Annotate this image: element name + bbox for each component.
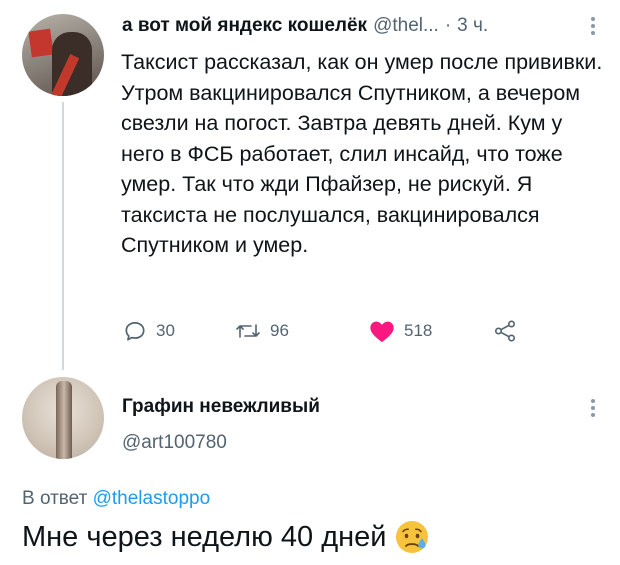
reply-prefix: В ответ	[22, 488, 88, 509]
retweet-button[interactable]: 96	[234, 315, 289, 347]
sad-face-emoji-icon	[396, 521, 429, 553]
reply-button[interactable]: 30	[122, 315, 175, 347]
reply-context: В ответ @thelastoppo	[22, 488, 210, 510]
more-icon[interactable]	[588, 14, 598, 38]
author-name[interactable]: а вот мой яндекс кошелёк	[122, 15, 367, 37]
separator-dot: ·	[444, 15, 452, 36]
reply-text: Мне через неделю 40 дней	[22, 520, 387, 553]
like-button[interactable]: 518	[368, 315, 432, 347]
reply-count: 30	[156, 321, 175, 340]
reply-author-handle[interactable]: @art100780	[122, 432, 227, 454]
avatar-bottle	[56, 381, 72, 459]
tweet-actions: 30 96 518	[122, 315, 542, 347]
reply-mention[interactable]: @thelastoppo	[93, 488, 211, 509]
avatar-sign	[28, 28, 54, 58]
tweet-time[interactable]: 3 ч.	[457, 15, 488, 37]
heart-icon	[370, 321, 394, 343]
more-icon[interactable]	[588, 396, 598, 420]
retweet-count: 96	[270, 321, 289, 340]
like-count: 518	[404, 321, 433, 340]
reply-text-line: Мне через неделю 40 дней	[22, 519, 430, 555]
tweet-header: а вот мой яндекс кошелёк @thel... · 3 ч.	[122, 14, 488, 38]
reply-author-avatar[interactable]	[22, 377, 104, 459]
tweet-text: Таксист рассказал, как он умер после при…	[121, 50, 603, 257]
author-handle[interactable]: @thel...	[373, 15, 439, 37]
thread-line	[62, 102, 64, 370]
reply-author-name[interactable]: Графин невежливый	[122, 396, 320, 418]
share-button[interactable]	[492, 315, 518, 347]
retweet-icon	[236, 324, 260, 338]
share-icon	[494, 320, 516, 342]
author-avatar[interactable]	[22, 14, 104, 96]
comment-icon	[125, 322, 145, 341]
